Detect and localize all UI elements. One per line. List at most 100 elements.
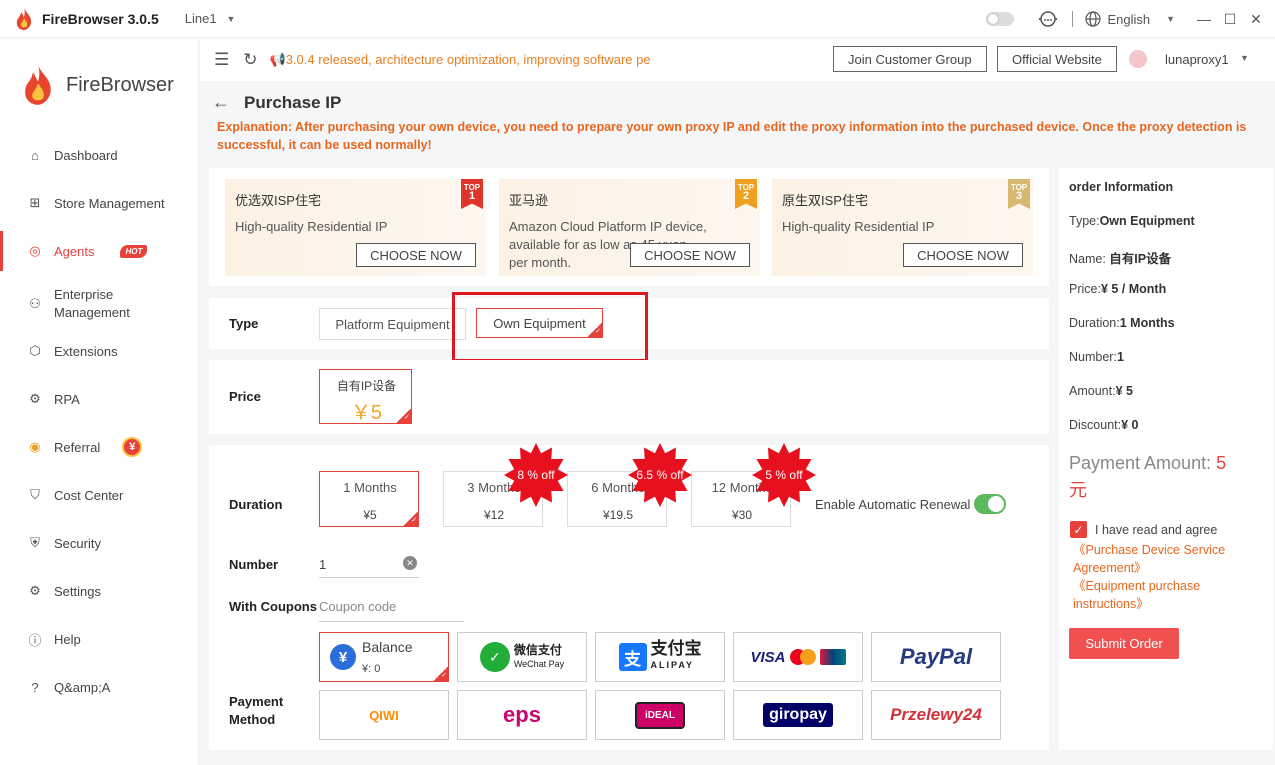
giropay-label: giropay <box>763 703 833 727</box>
megaphone-icon: 📢 <box>269 52 286 67</box>
number-input[interactable]: 1 <box>319 557 326 572</box>
sidebar-item-referral[interactable]: ◉ Referral ¥ <box>0 427 199 467</box>
product-card[interactable]: 原生双ISP住宅 High-quality Residential IP TOP… <box>772 179 1033 276</box>
przelewy24-option[interactable]: Przelewy24 <box>871 690 1001 740</box>
chevron-down-icon[interactable]: ▼ <box>1166 14 1175 24</box>
highlight-box <box>452 292 648 362</box>
balance-value: ¥: 0 <box>362 663 381 675</box>
price-option[interactable]: 自有IP设备 ￥5 <box>319 369 412 424</box>
sidebar-item-dashboard[interactable]: ⌂ Dashboard <box>0 135 199 175</box>
sidebar-item-security[interactable]: ⛨ Security <box>0 523 199 563</box>
price-label: Price <box>229 389 261 404</box>
choose-now-button[interactable]: CHOOSE NOW <box>630 243 750 267</box>
price-name: 自有IP设备 <box>336 379 397 393</box>
card-title: 优选双ISP住宅 <box>235 193 321 208</box>
paypal-label: PayPal <box>899 644 973 669</box>
clear-icon[interactable]: ✕ <box>403 556 417 570</box>
service-agreement-link[interactable]: 《Purchase Device Service Agreement》 <box>1073 541 1225 577</box>
divider <box>1072 11 1074 27</box>
order-number: Number:1 <box>1069 350 1124 364</box>
minimize-icon[interactable]: — <box>1191 11 1217 27</box>
qiwi-option[interactable]: QIWI <box>319 690 449 740</box>
product-card[interactable]: 亚马逊 Amazon Cloud Platform IP device, ava… <box>499 179 760 276</box>
platform-equipment-option[interactable]: Platform Equipment <box>319 308 466 340</box>
paypal-option[interactable]: PayPal <box>871 632 1001 682</box>
close-icon[interactable]: ✕ <box>1243 11 1269 28</box>
eps-option[interactable]: eps <box>457 690 587 740</box>
visa-label: VISA <box>750 648 786 666</box>
globe-icon[interactable] <box>1085 11 1102 27</box>
help-icon: ⓘ <box>28 632 42 648</box>
brand: FireBrowser <box>0 39 198 131</box>
sidebar-item-extensions[interactable]: ⬡ Extensions <box>0 331 199 371</box>
wechat-icon: ✓ <box>479 642 510 672</box>
home-icon: ⌂ <box>31 147 39 163</box>
sidebar-item-label: Dashboard <box>54 147 118 163</box>
refresh-icon[interactable]: ↻ <box>243 50 257 70</box>
visa-mastercard-option[interactable]: VISA <box>733 632 863 682</box>
firebrowser-logo-icon <box>16 7 32 30</box>
customer-service-icon[interactable] <box>1036 10 1060 28</box>
firebrowser-logo-icon <box>25 65 51 105</box>
number-underline <box>319 577 419 578</box>
wechat-label: 微信支付 <box>513 643 562 657</box>
agree-checkbox[interactable]: ✓ <box>1070 521 1087 538</box>
announcement[interactable]: 📢3.0.4 released, architecture optimizati… <box>270 52 651 68</box>
title-bar: FireBrowser 3.0.5 Line1 ▼ English ▼ — ☐ … <box>0 0 1275 38</box>
choose-now-button[interactable]: CHOOSE NOW <box>903 243 1023 267</box>
sidebar-item-enterprise-management[interactable]: ⚇ Enterprise Management <box>0 282 199 326</box>
back-arrow-icon[interactable]: ← <box>212 92 230 113</box>
question-icon: ? <box>31 679 39 695</box>
ideal-option[interactable]: iDEAL <box>595 690 725 740</box>
yen-icon: ¥ <box>330 644 356 670</box>
chevron-down-icon[interactable]: ▼ <box>1240 53 1249 63</box>
cube-icon: ⬡ <box>29 343 41 358</box>
sidebar-item-rpa[interactable]: ⚙ RPA <box>0 379 199 419</box>
language-selector[interactable]: English <box>1107 12 1150 27</box>
submit-order-button[interactable]: Submit Order <box>1069 628 1179 659</box>
maximize-icon[interactable]: ☐ <box>1217 11 1243 28</box>
number-label: Number <box>229 557 279 572</box>
coupon-input[interactable]: Coupon code <box>319 599 396 614</box>
alipay-option[interactable]: 支 支付宝 ALIPAY <box>595 632 725 682</box>
card-description: High-quality Residential IP <box>782 219 935 234</box>
sidebar-item-help[interactable]: ⓘ Help <box>0 619 199 659</box>
giropay-option[interactable]: giropay <box>733 690 863 740</box>
sidebar-item-cost-center[interactable]: ⛉ Cost Center <box>0 475 199 515</box>
grid-icon: ⊞ <box>29 195 41 210</box>
sidebar-item-label: Cost Center <box>54 487 124 503</box>
purchase-instructions-link[interactable]: 《Equipment purchase instructions》 <box>1073 577 1200 613</box>
menu-collapse-icon[interactable]: ☰ <box>214 50 229 70</box>
sidebar-item-label: Referral <box>54 439 101 455</box>
duration-option-1[interactable]: 1 Months ¥5 <box>319 471 419 527</box>
official-website-button[interactable]: Official Website <box>997 46 1117 72</box>
alipay-icon: 支 <box>618 643 647 671</box>
lock-icon: ⛨ <box>30 535 40 550</box>
product-card[interactable]: 优选双ISP住宅 High-quality Residential IP TOP… <box>225 179 486 276</box>
eps-label: eps <box>503 702 541 727</box>
alipay-sub: ALIPAY <box>650 660 695 670</box>
coupon-underline <box>319 621 464 622</box>
sidebar-item-agents[interactable]: ◎ Agents HOT <box>0 231 199 271</box>
avatar[interactable] <box>1129 50 1147 68</box>
sidebar-item-label: Help <box>54 631 81 647</box>
wechat-pay-option[interactable]: ✓ 微信支付 WeChat Pay <box>457 632 587 682</box>
line-selector[interactable]: Line1 <box>185 11 217 26</box>
sidebar-item-settings[interactable]: ⚙ Settings <box>0 571 199 611</box>
balance-payment-option[interactable]: ¥ Balance ¥: 0 <box>319 632 449 682</box>
qiwi-label: QIWI <box>369 707 399 723</box>
users-icon: ⚇ <box>29 296 41 311</box>
explanation-text: Explanation: After purchasing your own d… <box>217 120 1247 152</box>
join-customer-group-button[interactable]: Join Customer Group <box>833 46 987 72</box>
balance-label: Balance <box>362 639 413 655</box>
username[interactable]: lunaproxy1 <box>1165 52 1229 67</box>
sidebar-item-label: Q&amp;A <box>54 679 111 695</box>
sidebar-item-store-management[interactable]: ⊞ Store Management <box>0 183 199 223</box>
theme-toggle[interactable] <box>986 12 1015 26</box>
chevron-down-icon[interactable]: ▼ <box>227 14 236 24</box>
agree-text: I have read and agree <box>1095 523 1218 537</box>
choose-now-button[interactable]: CHOOSE NOW <box>356 243 476 267</box>
order-information-panel: order Information Type:Own Equipment Nam… <box>1059 168 1273 750</box>
auto-renewal-toggle[interactable] <box>974 494 1006 514</box>
sidebar-item-qa[interactable]: ? Q&amp;A <box>0 667 199 707</box>
